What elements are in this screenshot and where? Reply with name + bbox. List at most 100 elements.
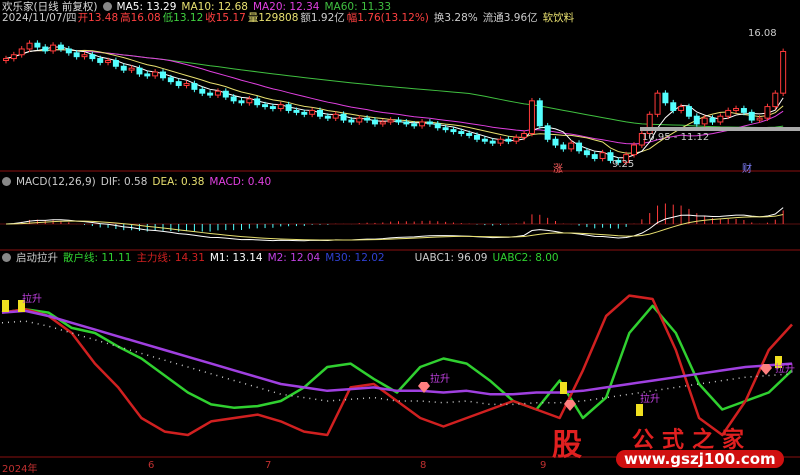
low-annotation: 9.25 [612, 159, 634, 170]
candle [560, 144, 567, 150]
candle [105, 60, 112, 63]
cai-marker[interactable]: 财 [742, 162, 752, 175]
candle [371, 119, 378, 125]
candle [246, 98, 253, 104]
candle [395, 119, 402, 123]
candle [489, 140, 496, 144]
candle [3, 58, 9, 62]
candle [120, 65, 127, 71]
candle [222, 90, 229, 98]
candle [780, 50, 787, 94]
candle [81, 54, 88, 58]
candle [50, 44, 57, 52]
diamond-signal-icon [564, 400, 576, 411]
candle [678, 106, 685, 111]
watermark-logo: 股 [552, 428, 582, 463]
candle [631, 144, 637, 156]
lasheng-signal: 拉升 [22, 292, 42, 305]
candle [301, 111, 308, 115]
candle [97, 58, 104, 63]
lasheng-signal: 拉升 [430, 372, 450, 385]
candle [89, 54, 96, 60]
candle [262, 104, 269, 108]
candle [26, 42, 33, 50]
candle [450, 129, 457, 133]
candle [199, 88, 206, 94]
candle [175, 81, 182, 86]
candle [309, 109, 316, 115]
candle [576, 142, 583, 152]
candle [521, 133, 528, 138]
candle [152, 71, 159, 77]
candle [238, 100, 245, 104]
candle [387, 119, 394, 123]
candle [379, 121, 386, 125]
candle [403, 121, 410, 125]
candle [57, 44, 64, 50]
ma60-line [5, 49, 784, 129]
candle [685, 106, 692, 117]
candle [65, 48, 72, 54]
candle [583, 150, 590, 156]
x-tick: 8 [420, 460, 427, 471]
candle [128, 67, 135, 71]
zhang-marker[interactable]: 涨 [553, 163, 563, 175]
candle [34, 42, 41, 48]
candle [481, 138, 488, 142]
candle [419, 121, 426, 127]
x-tick: 9 [540, 460, 547, 471]
candle [73, 52, 80, 58]
candle [442, 127, 449, 131]
candle [536, 100, 543, 127]
signal-marker [636, 404, 643, 416]
signal-marker [560, 382, 567, 394]
candle [277, 104, 284, 110]
candle [254, 98, 261, 106]
candle [591, 154, 598, 159]
candle [505, 138, 512, 142]
candle [693, 115, 700, 125]
main-line [1, 294, 793, 437]
lasheng-signal: 拉升 [640, 392, 660, 405]
candle [285, 104, 292, 111]
candle [764, 106, 771, 119]
candle [42, 46, 49, 52]
candle [568, 142, 575, 150]
candle [426, 121, 433, 125]
candle [654, 92, 661, 115]
candle [332, 113, 339, 119]
range-annotation: 10.95 - 11.12 [642, 132, 709, 143]
candle [513, 136, 520, 142]
candle [474, 134, 480, 140]
lasheng-signal: 拉升 [775, 362, 795, 375]
candle [207, 92, 214, 96]
candle [670, 102, 677, 111]
candle [10, 54, 17, 60]
candle [458, 131, 465, 135]
candle [599, 152, 606, 159]
x-tick: 7 [265, 460, 272, 471]
candle [160, 71, 166, 79]
candle [701, 117, 708, 125]
candle [18, 48, 25, 56]
range-band [640, 127, 800, 131]
candle [293, 109, 300, 113]
candle [740, 108, 747, 113]
candle [230, 96, 237, 102]
candle [348, 119, 355, 123]
candle [434, 123, 441, 129]
candle [748, 111, 755, 121]
candle [340, 113, 347, 121]
candle [733, 108, 740, 111]
candle [544, 125, 551, 140]
high-annotation: 16.08 [748, 28, 777, 39]
candle [528, 100, 535, 134]
chart-canvas[interactable]: 16.08 9.25 10.95 - 11.12 涨 财 拉升 拉升 拉升 拉升 [0, 0, 800, 473]
candle [772, 92, 779, 108]
m2-line [1, 309, 793, 396]
candle [144, 73, 151, 77]
signal-marker [2, 300, 9, 312]
candle [317, 109, 323, 117]
candle [214, 90, 221, 96]
candle [324, 115, 331, 119]
